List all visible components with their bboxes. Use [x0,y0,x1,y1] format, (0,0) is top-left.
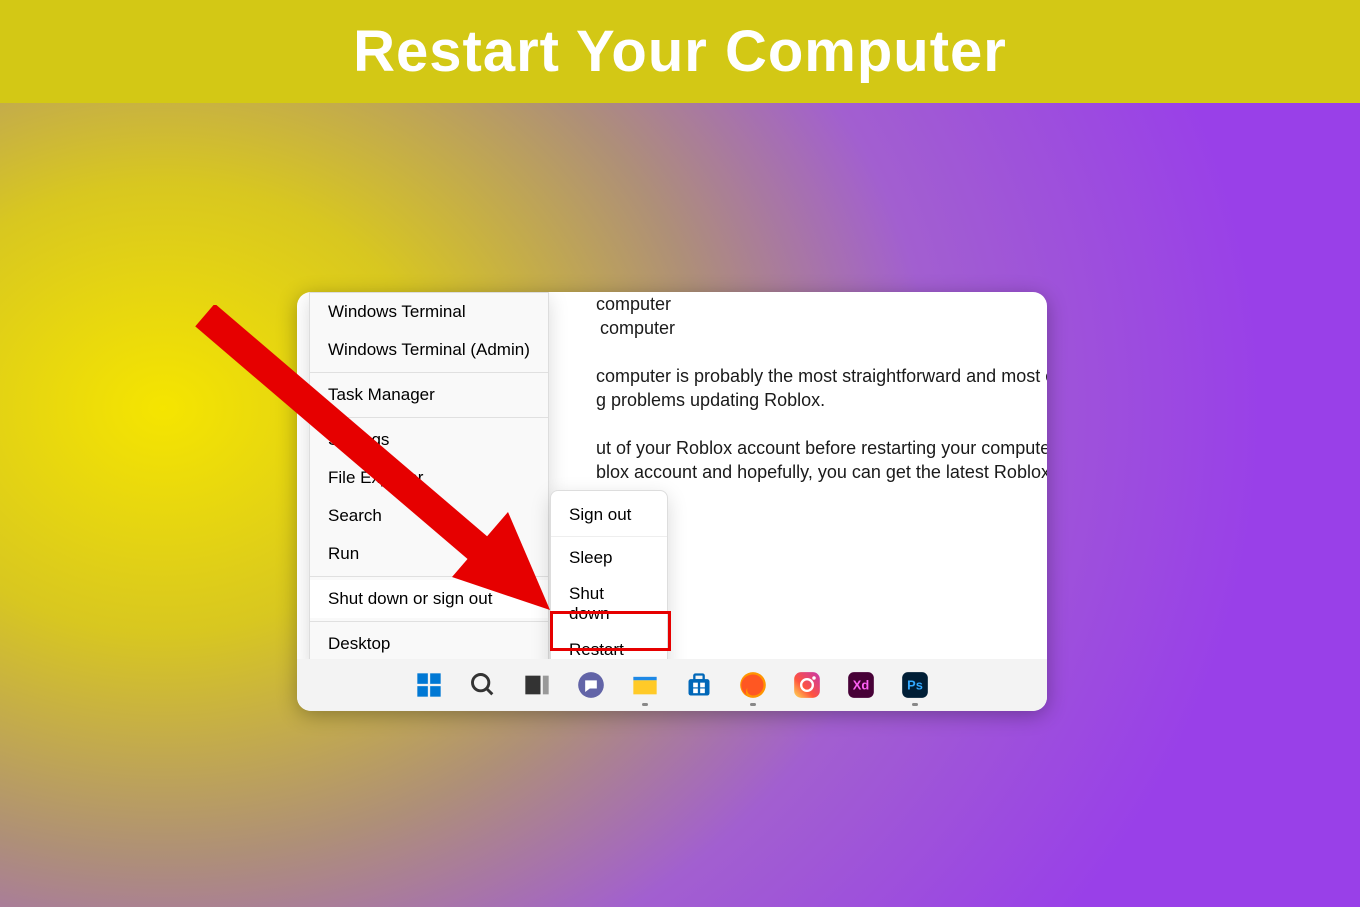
text-line: ut of your Roblox account before restart… [596,436,1047,460]
chat-icon[interactable] [576,670,606,700]
text-line: g problems updating Roblox. [596,388,1047,412]
submenu-shutdown[interactable]: Shut down [551,576,667,632]
divider [551,536,667,537]
running-indicator [750,703,756,706]
divider [310,372,548,373]
photoshop-icon[interactable]: Ps [900,670,930,700]
menu-desktop[interactable]: Desktop [310,625,548,663]
divider [310,417,548,418]
text-line: blox account and hopefully, you can get … [596,460,1047,484]
text-line: computer [600,316,1047,340]
search-icon[interactable] [468,670,498,700]
file-explorer-icon[interactable] [630,670,660,700]
divider [310,621,548,622]
article-text: computer computer computer is probably t… [552,292,1047,484]
menu-windows-terminal-admin[interactable]: Windows Terminal (Admin) [310,331,548,369]
power-submenu: Sign out Sleep Shut down Restart [550,490,668,675]
running-indicator [642,703,648,706]
text-line: computer is probably the most straightfo… [596,364,1047,388]
microsoft-store-icon[interactable] [684,670,714,700]
task-view-icon[interactable] [522,670,552,700]
menu-search[interactable]: Search [310,497,548,535]
svg-text:Ps: Ps [907,678,923,693]
taskbar: Xd Ps [297,659,1047,711]
svg-text:Xd: Xd [853,678,869,693]
menu-run[interactable]: Run [310,535,548,573]
text-line: computer [596,292,1047,316]
submenu-signout[interactable]: Sign out [551,497,667,533]
menu-windows-terminal[interactable]: Windows Terminal [310,293,548,331]
running-indicator [912,703,918,706]
screenshot-panel: computer computer computer is probably t… [297,292,1047,711]
divider [310,576,548,577]
menu-shutdown-signout[interactable]: Shut down or sign out [310,580,548,618]
menu-file-explorer[interactable]: File Explorer [310,459,548,497]
instagram-icon[interactable] [792,670,822,700]
start-icon[interactable] [414,670,444,700]
submenu-sleep[interactable]: Sleep [551,540,667,576]
winx-context-menu: Windows Terminal Windows Terminal (Admin… [309,292,549,670]
menu-settings[interactable]: Settings [310,421,548,459]
page-title: Restart Your Computer [353,18,1007,85]
menu-task-manager[interactable]: Task Manager [310,376,548,414]
title-bar: Restart Your Computer [0,0,1360,103]
firefox-icon[interactable] [738,670,768,700]
adobe-xd-icon[interactable]: Xd [846,670,876,700]
